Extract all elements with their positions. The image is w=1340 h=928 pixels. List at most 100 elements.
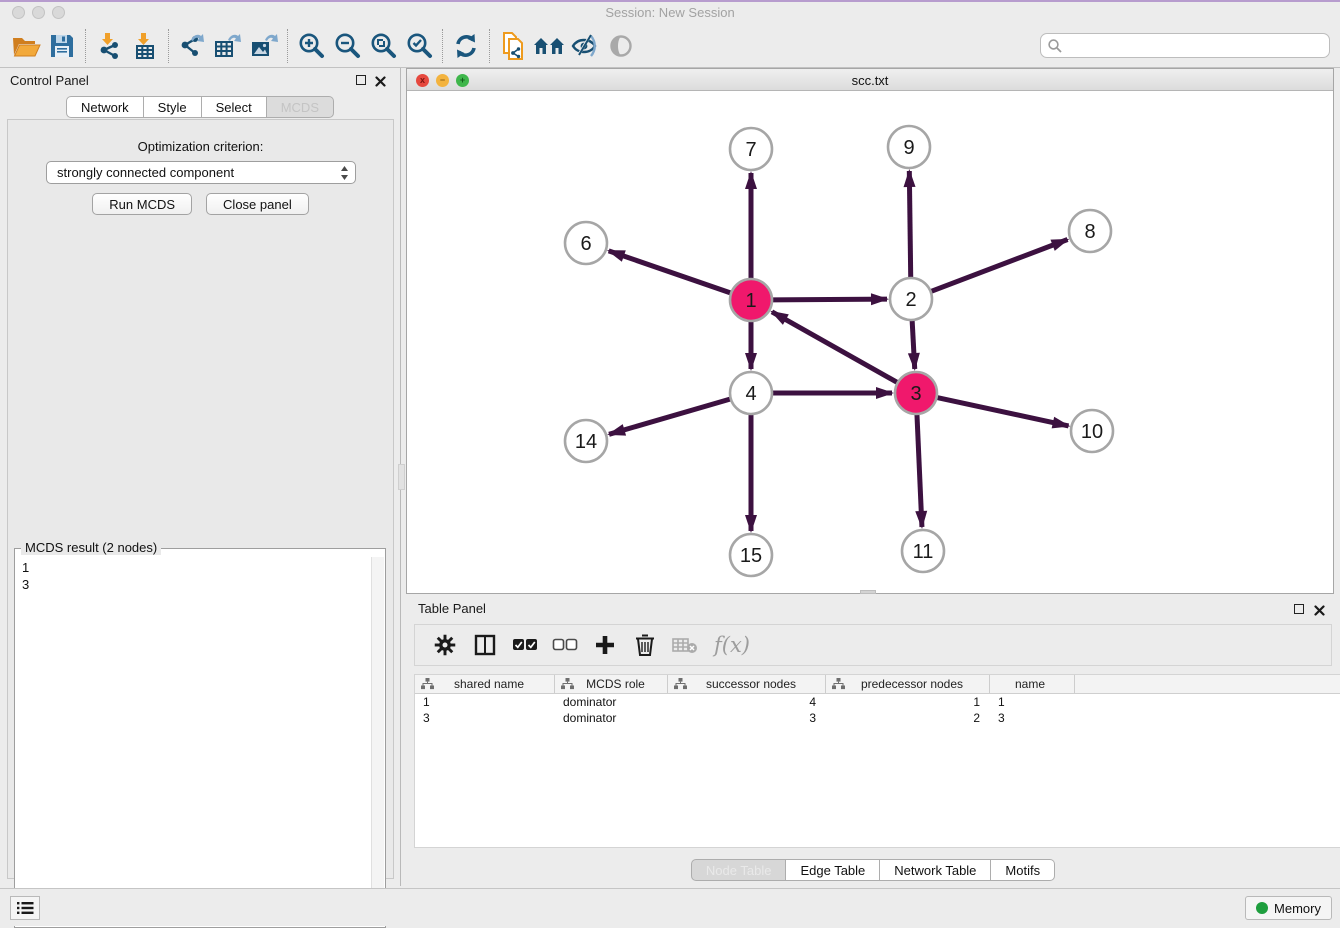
zoom-in-button[interactable] (293, 29, 329, 63)
table-settings-button[interactable] (429, 629, 461, 661)
import-network-button[interactable] (91, 29, 127, 63)
graph-edge-1-2[interactable] (772, 299, 887, 300)
cell-name[interactable]: 1 (990, 695, 1075, 709)
tab-network[interactable]: Network (66, 96, 144, 118)
network-graph[interactable]: 7968124314101511 (407, 91, 1333, 593)
float-panel-icon[interactable] (356, 75, 366, 85)
cell-predecessor-nodes[interactable]: 2 (826, 711, 990, 725)
trash-icon (635, 634, 655, 656)
table-panel-tabs: Node Table Edge Table Network Table Moti… (406, 859, 1340, 881)
duplicate-network-button[interactable] (495, 29, 531, 63)
tab-motifs[interactable]: Motifs (991, 859, 1055, 881)
deselect-all-columns-button[interactable] (549, 629, 581, 661)
checked-boxes-icon (512, 638, 538, 652)
table-header-row: shared name MCDS role successor nodes pr… (415, 675, 1340, 694)
graph-edge-3-11[interactable] (917, 414, 922, 527)
columns-icon (474, 634, 496, 656)
cell-shared-name[interactable]: 1 (415, 695, 555, 709)
export-table-button[interactable] (210, 29, 246, 63)
add-column-button[interactable] (589, 629, 621, 661)
open-folder-icon (11, 33, 41, 59)
hide-style-button[interactable] (567, 29, 603, 63)
graph-edge-3-1[interactable] (772, 312, 898, 383)
tab-node-table[interactable]: Node Table (691, 859, 787, 881)
close-table-panel-icon[interactable] (1314, 603, 1325, 621)
table-row[interactable]: 3 dominator 3 2 3 (415, 710, 1340, 726)
export-image-button[interactable] (246, 29, 282, 63)
table-row[interactable]: 1 dominator 4 1 1 (415, 694, 1340, 710)
column-header-successor-nodes[interactable]: successor nodes (668, 675, 826, 693)
vertical-splitter-handle[interactable] (398, 464, 405, 490)
column-header-predecessor-nodes[interactable]: predecessor nodes (826, 675, 990, 693)
graph-edge-2-3[interactable] (912, 320, 915, 369)
graph-node-label-10: 10 (1081, 421, 1103, 443)
cell-successor-nodes[interactable]: 3 (668, 711, 826, 725)
tree-icon (421, 678, 434, 690)
task-history-button[interactable] (10, 896, 40, 920)
import-table-icon (131, 32, 159, 60)
status-bar: Memory (0, 888, 1340, 926)
function-builder-button-disabled[interactable]: f(x) (709, 629, 755, 661)
network-resize-handle[interactable] (860, 590, 876, 594)
result-scrollbar[interactable] (371, 557, 384, 926)
node-table[interactable]: shared name MCDS role successor nodes pr… (414, 674, 1340, 848)
delete-column-button[interactable] (629, 629, 661, 661)
export-network-button[interactable] (174, 29, 210, 63)
column-header-shared-name[interactable]: shared name (415, 675, 555, 693)
control-panel: Control Panel Network Style Select MCDS … (0, 68, 401, 886)
tab-network-table[interactable]: Network Table (880, 859, 991, 881)
mcds-result-title: MCDS result (2 nodes) (21, 540, 161, 555)
network-overview-button[interactable] (531, 29, 567, 63)
save-session-button[interactable] (44, 29, 80, 63)
search-field[interactable] (1040, 33, 1330, 58)
column-layout-button[interactable] (469, 629, 501, 661)
refresh-button[interactable] (448, 29, 484, 63)
zoom-fit-button[interactable] (365, 29, 401, 63)
graph-edge-4-14[interactable] (609, 399, 731, 434)
delete-table-button-disabled[interactable] (669, 629, 701, 661)
mcds-result-line: 1 (22, 559, 370, 576)
run-mcds-button[interactable]: Run MCDS (92, 193, 192, 215)
mcds-result-text[interactable]: 1 3 (16, 557, 370, 926)
tab-edge-table[interactable]: Edge Table (786, 859, 880, 881)
open-session-button[interactable] (8, 29, 44, 63)
close-panel-icon[interactable] (375, 74, 386, 92)
dropdown-stepper-icon (340, 165, 349, 181)
toolbar-separator (85, 29, 86, 63)
search-input[interactable] (1063, 36, 1329, 56)
refresh-icon (452, 33, 480, 59)
cell-successor-nodes[interactable]: 4 (668, 695, 826, 709)
cell-predecessor-nodes[interactable]: 1 (826, 695, 990, 709)
import-table-button[interactable] (127, 29, 163, 63)
float-table-panel-icon[interactable] (1294, 604, 1304, 614)
network-view-window: x − + scc.txt 7968124314101511 (406, 68, 1334, 594)
network-canvas[interactable]: 7968124314101511 (407, 91, 1333, 593)
memory-label: Memory (1274, 901, 1321, 916)
eye-button[interactable] (603, 29, 639, 63)
zoom-selected-button[interactable] (401, 29, 437, 63)
cell-mcds-role[interactable]: dominator (555, 695, 668, 709)
graph-edge-3-10[interactable] (937, 397, 1069, 426)
graph-edge-2-8[interactable] (931, 240, 1068, 292)
select-all-columns-button[interactable] (509, 629, 541, 661)
zoom-out-button[interactable] (329, 29, 365, 63)
export-network-icon (177, 32, 207, 60)
graph-edge-1-6[interactable] (609, 251, 731, 293)
close-panel-button[interactable]: Close panel (206, 193, 309, 215)
tab-select[interactable]: Select (202, 96, 267, 118)
search-icon (1047, 38, 1063, 54)
memory-button[interactable]: Memory (1245, 896, 1332, 920)
graph-node-label-4: 4 (745, 383, 756, 405)
column-header-mcds-role[interactable]: MCDS role (555, 675, 668, 693)
cell-mcds-role[interactable]: dominator (555, 711, 668, 725)
unchecked-boxes-icon (552, 638, 578, 652)
zoom-out-icon (333, 32, 361, 60)
eye-slash-icon (570, 34, 600, 58)
cell-name[interactable]: 3 (990, 711, 1075, 725)
criterion-dropdown[interactable]: strongly connected component (46, 161, 356, 184)
cell-shared-name[interactable]: 3 (415, 711, 555, 725)
tab-style[interactable]: Style (144, 96, 202, 118)
tab-mcds[interactable]: MCDS (267, 96, 334, 118)
column-header-name[interactable]: name (990, 675, 1075, 693)
graph-edge-2-9[interactable] (909, 171, 910, 278)
